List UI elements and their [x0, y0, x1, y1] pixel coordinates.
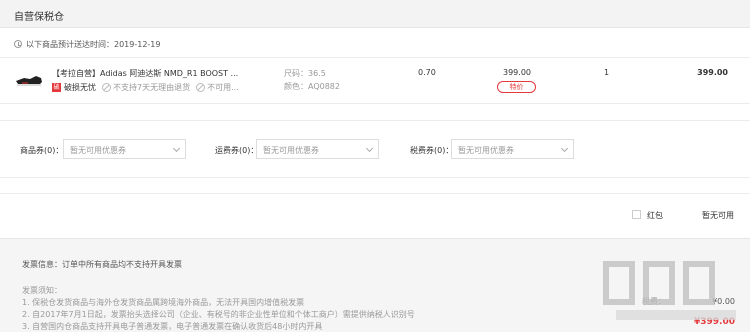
invoice-notice-title: 发票须知：	[22, 286, 62, 295]
invoice-info: 发票信息：订单中所有商品均不支持开具发票	[22, 260, 182, 269]
tax-coupon-label: 税费券(0)：	[410, 146, 454, 155]
broken-badge: 破	[52, 83, 61, 92]
product-tags: 破 破损无忧 不支持7天无理由退货 不可用...	[52, 82, 245, 93]
tax-coupon-select[interactable]: 暂无可用优惠券	[451, 139, 574, 159]
shipping-coupon-label: 运费券(0)：	[215, 146, 259, 155]
product-subtotal: 399.00	[697, 68, 728, 77]
item-coupon-label: 商品券(0)：	[20, 146, 64, 155]
item-coupon-select[interactable]: 暂无可用优惠券	[63, 139, 186, 159]
shipping-coupon-value: 暂无可用优惠券	[263, 146, 319, 155]
red-packet-value: 暂无可用	[702, 211, 734, 220]
red-packet-label: 红包	[647, 211, 663, 220]
product-name[interactable]: 【考拉自营】Adidas 阿迪达斯 NMD_R1 BOOST ...	[52, 68, 252, 79]
delivery-estimate: 以下商品预计送达时间：2019-12-19	[14, 38, 161, 50]
unavailable-icon	[196, 83, 206, 92]
unavailable-tag: 不可用...	[196, 82, 239, 93]
broken-guarantee-label: 破损无忧	[64, 83, 96, 92]
invoice-notice-line: 1. 保税仓发货商品与海外仓发货商品属跨境海外商品，无法开具国内增值税发票	[22, 298, 305, 307]
shipping-coupon-select[interactable]: 暂无可用优惠券	[256, 139, 379, 159]
delivery-text: 以下商品预计送达时间：2019-12-19	[26, 39, 161, 49]
clock-icon	[14, 40, 22, 48]
no-return-tag: 不支持7天无理由退货	[102, 82, 190, 93]
product-price: 399.00	[503, 68, 531, 77]
unavailable-label: 不可用...	[207, 83, 239, 92]
watermark-logo	[603, 261, 736, 320]
special-price-badge: 特价	[497, 81, 536, 93]
chevron-down-icon	[560, 144, 569, 153]
warehouse-title: 自营保税仓	[14, 12, 64, 23]
shoe-thumbnail[interactable]	[14, 72, 44, 88]
product-size: 尺码：36.5	[284, 69, 326, 78]
product-quantity: 1	[604, 68, 610, 77]
no-return-icon	[102, 83, 111, 92]
product-row: 【考拉自营】Adidas 阿迪达斯 NMD_R1 BOOST ... 破 破损无…	[0, 57, 750, 104]
no-return-label: 不支持7天无理由退货	[113, 83, 191, 92]
chevron-down-icon	[172, 144, 181, 153]
tax-coupon-value: 暂无可用优惠券	[458, 146, 514, 155]
warehouse-header: 自营保税仓	[0, 0, 750, 28]
product-color: 颜色：AQ0882	[284, 82, 340, 91]
chevron-down-icon	[365, 144, 374, 153]
invoice-notice-line: 2. 自2017年7月1日起，发票抬头选择公司（企业、有税号的非企业性单位和个体…	[22, 310, 415, 319]
item-coupon-value: 暂无可用优惠券	[70, 146, 126, 155]
red-packet-row: 红包 暂无可用	[0, 193, 750, 235]
coupons-row: 商品券(0)： 暂无可用优惠券 运费券(0)： 暂无可用优惠券 税费券(0)： …	[0, 120, 750, 178]
invoice-notice-line: 3. 自营国内仓商品支持开具电子普通发票，电子普通发票在确认收货后48小时内开具	[22, 322, 323, 331]
product-weight: 0.70	[418, 68, 436, 77]
red-packet-checkbox[interactable]	[632, 210, 641, 219]
